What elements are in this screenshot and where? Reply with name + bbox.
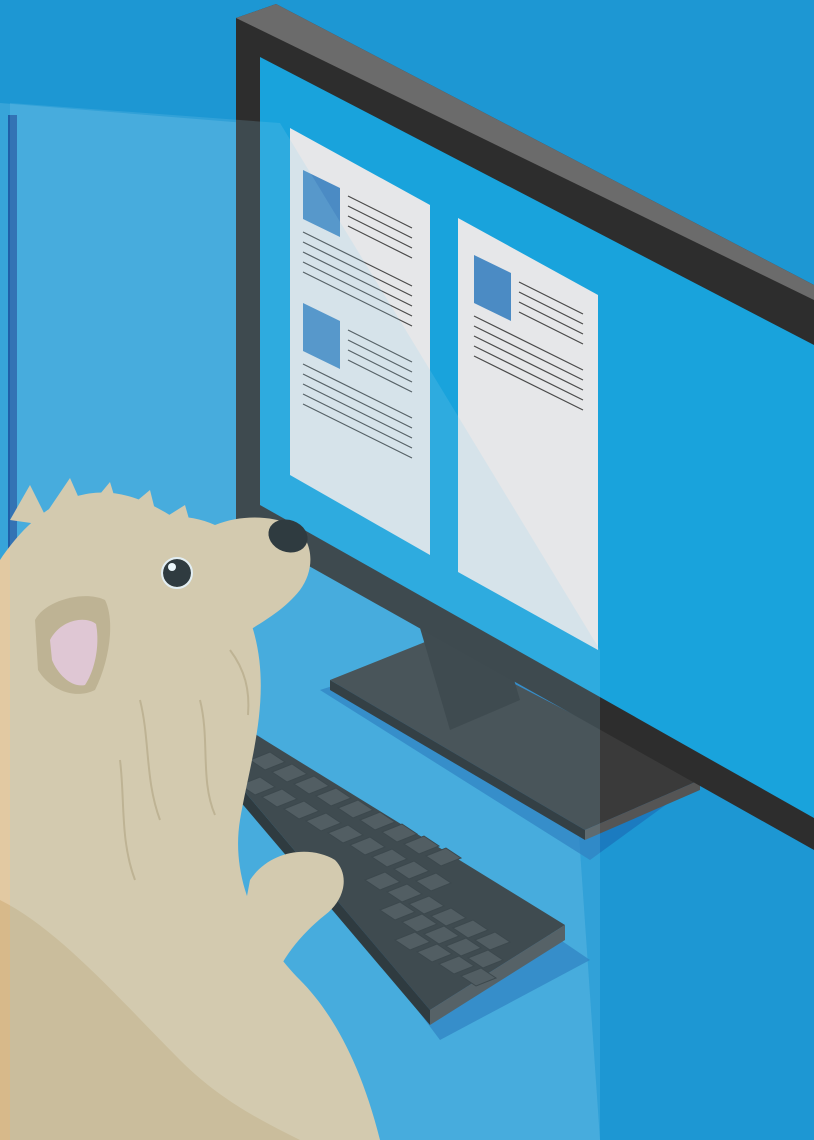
dog-at-computer-illustration [0, 0, 814, 1140]
